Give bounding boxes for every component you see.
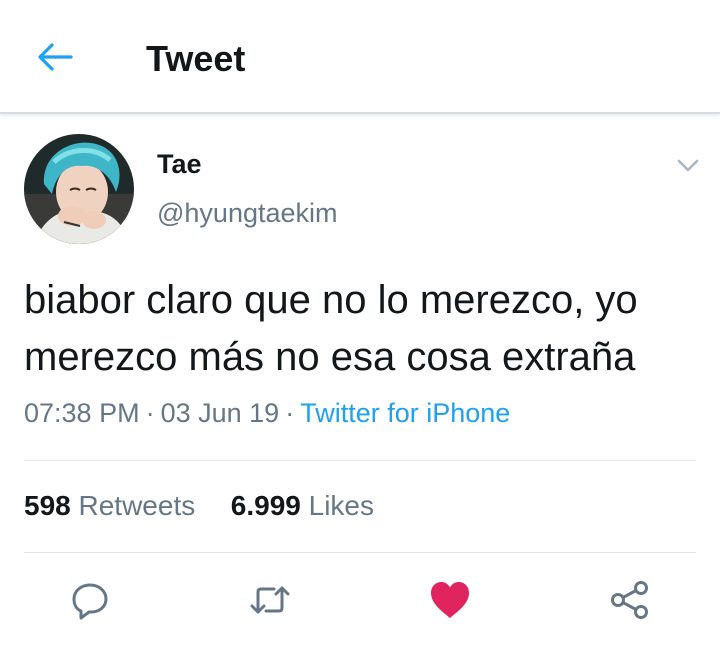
tweet-source-link[interactable]: Twitter for iPhone <box>300 398 510 428</box>
retweet-icon <box>250 586 290 614</box>
avatar[interactable] <box>24 134 134 244</box>
back-button[interactable] <box>28 34 82 80</box>
divider <box>24 460 696 461</box>
like-icon <box>431 582 469 618</box>
page-title: Tweet <box>146 38 246 79</box>
like-button[interactable] <box>428 578 472 622</box>
reply-button[interactable] <box>68 578 112 622</box>
divider <box>24 552 696 553</box>
tweet-stats: 598 Retweets 6.999 Likes <box>24 490 374 522</box>
tweet-time: 07:38 PM <box>24 398 140 428</box>
share-icon <box>611 581 648 619</box>
meta-separator: · <box>145 398 155 428</box>
reply-icon <box>72 583 108 620</box>
likes-label: Likes <box>308 490 375 521</box>
share-button[interactable] <box>608 578 652 622</box>
likes-count: 6.999 <box>230 490 301 521</box>
retweets-stat[interactable]: 598 Retweets <box>24 490 195 521</box>
likes-stat[interactable]: 6.999 Likes <box>231 490 374 521</box>
retweets-label: Retweets <box>78 490 196 521</box>
tweet-text: biabor claro que no lo merezco, yo merez… <box>24 278 638 379</box>
more-options-button[interactable] <box>672 152 704 180</box>
retweet-button[interactable] <box>248 578 292 622</box>
retweets-count: 598 <box>24 490 71 521</box>
meta-separator: · <box>285 398 295 428</box>
tweet-date: 03 Jun 19 <box>160 398 280 428</box>
chevron-down-icon <box>677 159 699 172</box>
author-name[interactable]: Tae <box>157 149 202 180</box>
tweet-meta: 07:38 PM · 03 Jun 19 · Twitter for iPhone <box>24 398 510 429</box>
arrow-left-icon <box>38 43 73 71</box>
top-bar: Tweet <box>0 0 720 114</box>
author-handle: @hyungtaekim <box>157 198 338 228</box>
